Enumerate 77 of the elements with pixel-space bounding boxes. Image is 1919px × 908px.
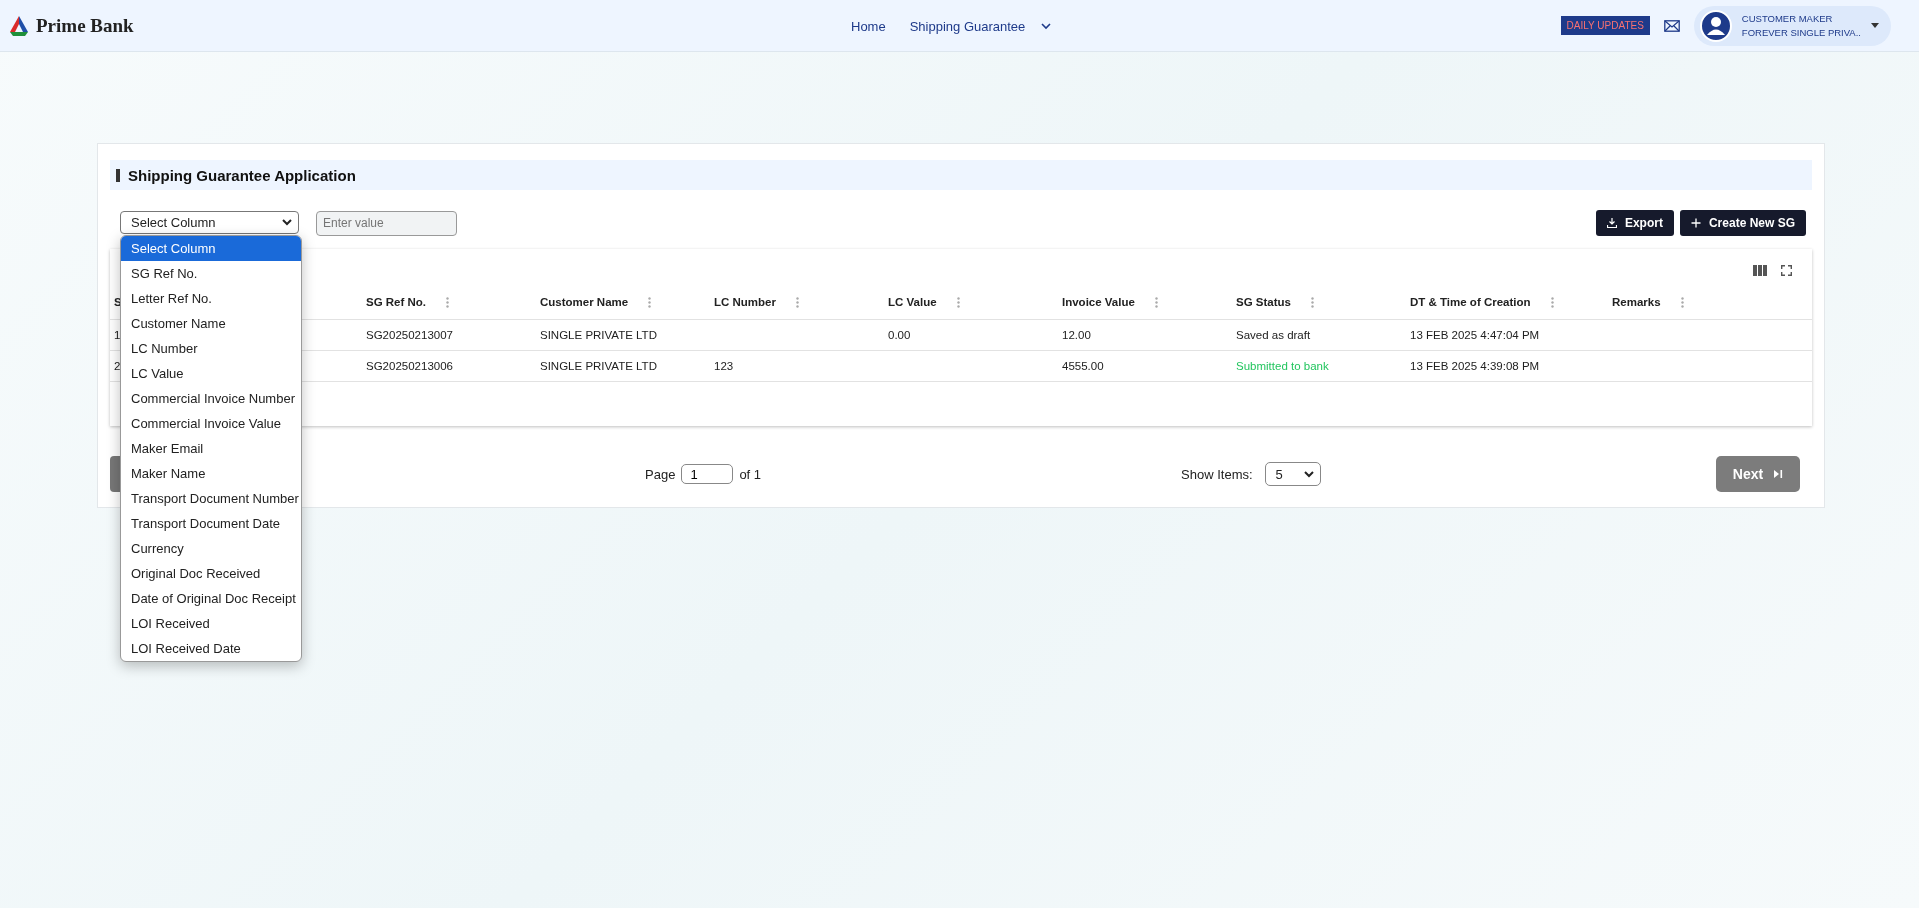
download-icon (1606, 218, 1617, 228)
dropdown-option[interactable]: SG Ref No. (121, 260, 301, 286)
user-role: CUSTOMER MAKER (1741, 13, 1834, 24)
table-cell: 0.00 (888, 329, 911, 341)
show-items-label: Show Items: (1181, 466, 1253, 482)
column-menu-icon[interactable] (1550, 296, 1554, 308)
dropdown-option[interactable]: Transport Document Number (121, 485, 301, 511)
table-cell: 4555.00 (1062, 360, 1104, 372)
dropdown-option[interactable]: LOI Received (121, 610, 301, 636)
dropdown-option[interactable]: LC Value (121, 360, 301, 386)
column-menu-icon[interactable] (1154, 296, 1158, 308)
caret-icon (1871, 23, 1879, 28)
table-cell: SG20250213006 (366, 360, 453, 372)
column-header: SG Status (1236, 296, 1291, 308)
column-header: Customer Name (540, 296, 629, 308)
column-header: DT & Time of Creation (1410, 296, 1531, 308)
column-menu-icon[interactable] (1680, 296, 1684, 308)
card-title: Shipping Guarantee Application (128, 166, 356, 184)
table-cell: 123 (714, 360, 734, 372)
status-text: Saved as draft (1236, 329, 1311, 341)
status-text: Submitted to bank (1236, 360, 1329, 372)
page-label: Page (645, 466, 676, 482)
page-count: of 1 (739, 466, 762, 482)
user-company: FOREVER SINGLE PRIVA.. (1741, 27, 1861, 38)
dropdown-option[interactable]: Customer Name (121, 310, 301, 336)
dropdown-option[interactable]: Original Doc Received (121, 560, 301, 586)
column-menu-icon[interactable] (1310, 296, 1314, 308)
skip-end-icon (1773, 469, 1784, 479)
next-button[interactable]: Next (1716, 456, 1800, 492)
dropdown-option[interactable]: Maker Name (121, 460, 301, 486)
column-menu-icon[interactable] (796, 296, 799, 308)
columns-icon[interactable] (1753, 264, 1767, 276)
value-field[interactable]: Enter value (316, 210, 457, 236)
column-menu-icon[interactable] (956, 296, 960, 308)
table-cell: SINGLE PRIVATE LTD (540, 360, 657, 372)
column-menu-icon[interactable] (648, 296, 652, 308)
create-button[interactable]: Create New SG (1679, 210, 1806, 236)
dropdown-option[interactable]: LOI Received Date (121, 635, 301, 661)
user-menu[interactable]: CUSTOMER MAKER FOREVER SINGLE PRIVA.. (1693, 5, 1891, 46)
table-cell: 1 (114, 329, 121, 341)
mail-icon[interactable] (1663, 19, 1680, 32)
dropdown-option[interactable]: Maker Email (121, 435, 301, 461)
page-field[interactable]: 1 (681, 464, 734, 484)
dropdown-option[interactable]: Letter Ref No. (121, 285, 301, 311)
dropdown-option[interactable]: Transport Document Date (121, 510, 301, 536)
chevron-down-icon (1303, 470, 1314, 478)
dropdown-option[interactable]: LC Number (121, 335, 301, 361)
brand-name: Prime Bank (36, 14, 134, 37)
column-header: SG Ref No. (366, 296, 427, 308)
nav-link[interactable]: Home (851, 18, 886, 34)
chevron-down-icon (282, 218, 292, 226)
dropdown-option[interactable]: Currency (121, 535, 301, 561)
nav-link[interactable]: Shipping Guarantee (909, 18, 1026, 34)
dropdown-option[interactable]: Select Column (121, 235, 301, 261)
plus-icon (1690, 218, 1701, 228)
column-select[interactable]: Select Column (120, 210, 299, 234)
logo-icon (8, 14, 30, 37)
column-header: LC Value (888, 296, 937, 308)
avatar-icon (1699, 9, 1732, 42)
daily-updates-button[interactable]: DAILY UPDATES (1560, 16, 1650, 35)
column-menu-icon[interactable] (446, 296, 450, 308)
column-header: LC Number (714, 296, 776, 308)
export-button[interactable]: Export (1595, 210, 1674, 236)
table-cell: SG20250213007 (366, 329, 453, 341)
table-cell: 13 FEB 2025 4:47:04 PM (1410, 329, 1540, 341)
fullscreen-icon[interactable] (1781, 264, 1792, 276)
table-cell: 12.00 (1062, 329, 1091, 341)
dropdown-option[interactable]: Commercial Invoice Value (121, 410, 301, 436)
chevron-down-icon[interactable] (1041, 22, 1052, 30)
table-cell: 13 FEB 2025 4:39:08 PM (1410, 360, 1540, 372)
table-cell: 2 (114, 360, 121, 372)
dropdown-option[interactable]: Date of Original Doc Receipt (121, 585, 301, 611)
dropdown-option[interactable]: Commercial Invoice Number (121, 385, 301, 411)
column-header: Invoice Value (1062, 296, 1135, 308)
column-header: Remarks (1612, 296, 1661, 308)
items-select[interactable]: 5 (1264, 462, 1321, 486)
table-cell: SINGLE PRIVATE LTD (540, 329, 657, 341)
